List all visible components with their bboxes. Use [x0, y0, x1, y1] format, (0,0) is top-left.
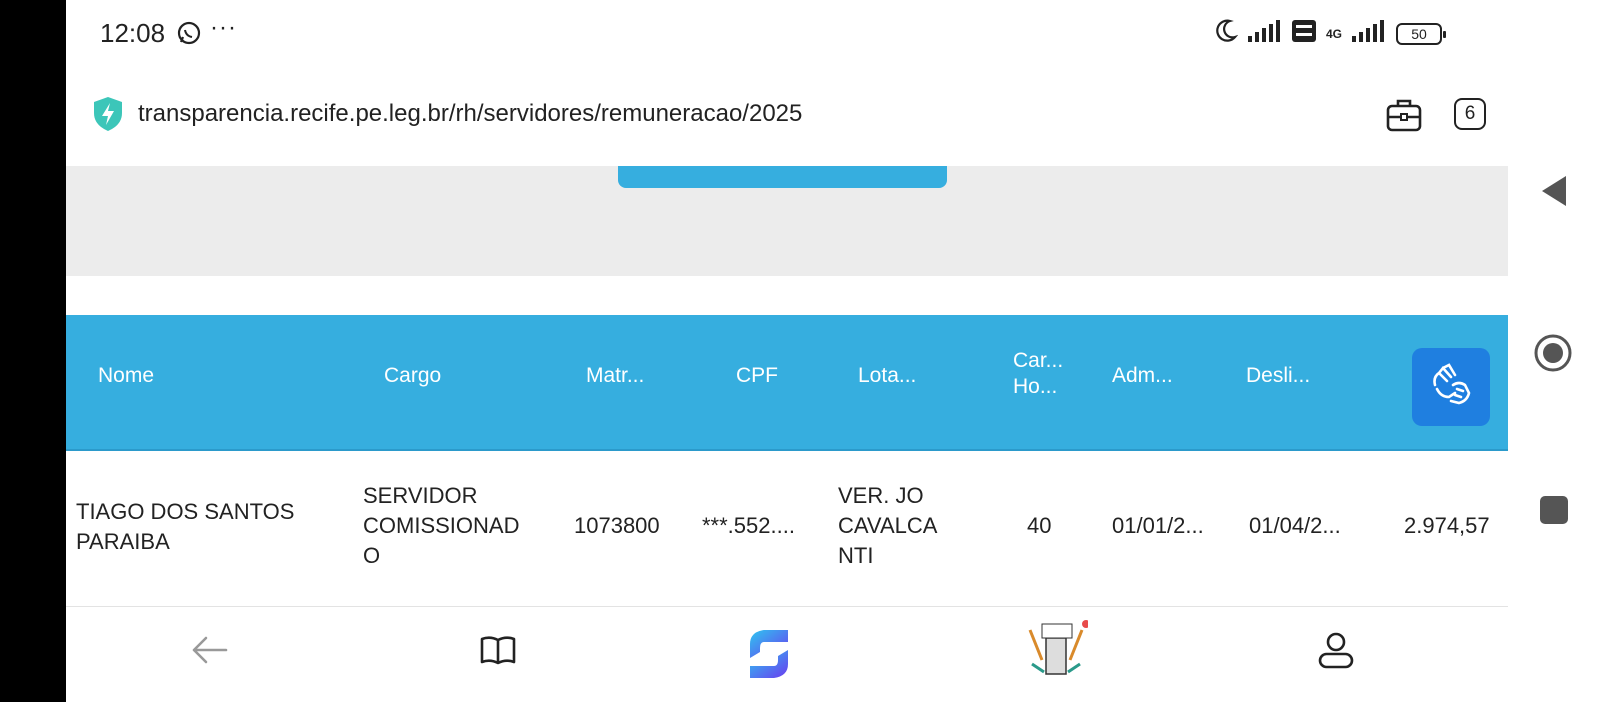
- cell-nome: TIAGO DOS SANTOS PARAIBA: [76, 499, 295, 554]
- libras-hands-icon: [1425, 359, 1477, 416]
- left-black-bar: [0, 0, 66, 702]
- status-bar: 12:08 ··· 4G 50: [66, 0, 1508, 66]
- table-row[interactable]: TIAGO DOS SANTOS PARAIBA SERVIDOR COMISS…: [66, 451, 1508, 607]
- game-icon[interactable]: [1024, 620, 1090, 689]
- system-back-icon[interactable]: [1540, 174, 1568, 213]
- app-logo-icon[interactable]: [742, 626, 796, 687]
- cell-cpf: ***.552....: [702, 513, 795, 538]
- volte-icon: [1291, 20, 1316, 47]
- blue-button-partial[interactable]: [618, 166, 947, 188]
- header-cpf[interactable]: CPF: [736, 363, 778, 389]
- back-arrow-icon[interactable]: [190, 630, 230, 675]
- more-notifications-icon: ···: [210, 14, 237, 41]
- tab-count-button[interactable]: 6: [1454, 98, 1486, 130]
- network-type: 4G: [1325, 26, 1342, 41]
- header-admissao[interactable]: Adm...: [1112, 363, 1173, 389]
- signal-icon-2: [1352, 20, 1386, 47]
- cell-desligamento: 01/04/2...: [1249, 513, 1341, 538]
- page-gray-section: [66, 166, 1508, 276]
- shield-icon[interactable]: [92, 96, 124, 137]
- url-text[interactable]: transparencia.recife.pe.leg.br/rh/servid…: [138, 100, 802, 128]
- cell-matricula: 1073800: [574, 513, 660, 538]
- header-nome[interactable]: Nome: [98, 363, 154, 389]
- cell-cargo: SERVIDOR COMISSIONAD O: [363, 483, 520, 568]
- status-time: 12:08: [100, 18, 166, 48]
- header-lotacao[interactable]: Lota...: [858, 363, 916, 389]
- system-recents-icon[interactable]: [1540, 496, 1568, 524]
- profile-icon[interactable]: [1316, 630, 1356, 675]
- book-icon[interactable]: [478, 630, 518, 675]
- whatsapp-icon: [176, 20, 202, 51]
- cell-carga-horaria: 40: [1027, 513, 1052, 538]
- cell-admissao: 01/01/2...: [1112, 513, 1204, 538]
- briefcase-icon[interactable]: [1386, 98, 1422, 137]
- cell-valor: 2.974,57: [1404, 513, 1490, 538]
- status-indicators: 4G 50: [1214, 18, 1446, 49]
- moon-icon: [1214, 18, 1239, 49]
- browser-url-bar[interactable]: transparencia.recife.pe.leg.br/rh/servid…: [66, 76, 1508, 156]
- header-desligamento[interactable]: Desli...: [1246, 363, 1310, 389]
- system-home-icon[interactable]: [1533, 333, 1573, 378]
- header-matricula[interactable]: Matr...: [586, 363, 644, 389]
- header-carga-horaria[interactable]: Car... Ho...: [1013, 348, 1063, 400]
- header-cargo[interactable]: Cargo: [384, 363, 441, 389]
- signal-icon: [1247, 20, 1282, 47]
- browser-bottom-nav: [66, 608, 1508, 702]
- libras-accessibility-button[interactable]: [1412, 348, 1490, 426]
- battery-indicator: 50: [1396, 22, 1446, 45]
- cell-lotacao: VER. JO CAVALCA NTI: [838, 483, 938, 568]
- table-header: Nome Cargo Matr... CPF Lota... Car... Ho…: [66, 315, 1508, 451]
